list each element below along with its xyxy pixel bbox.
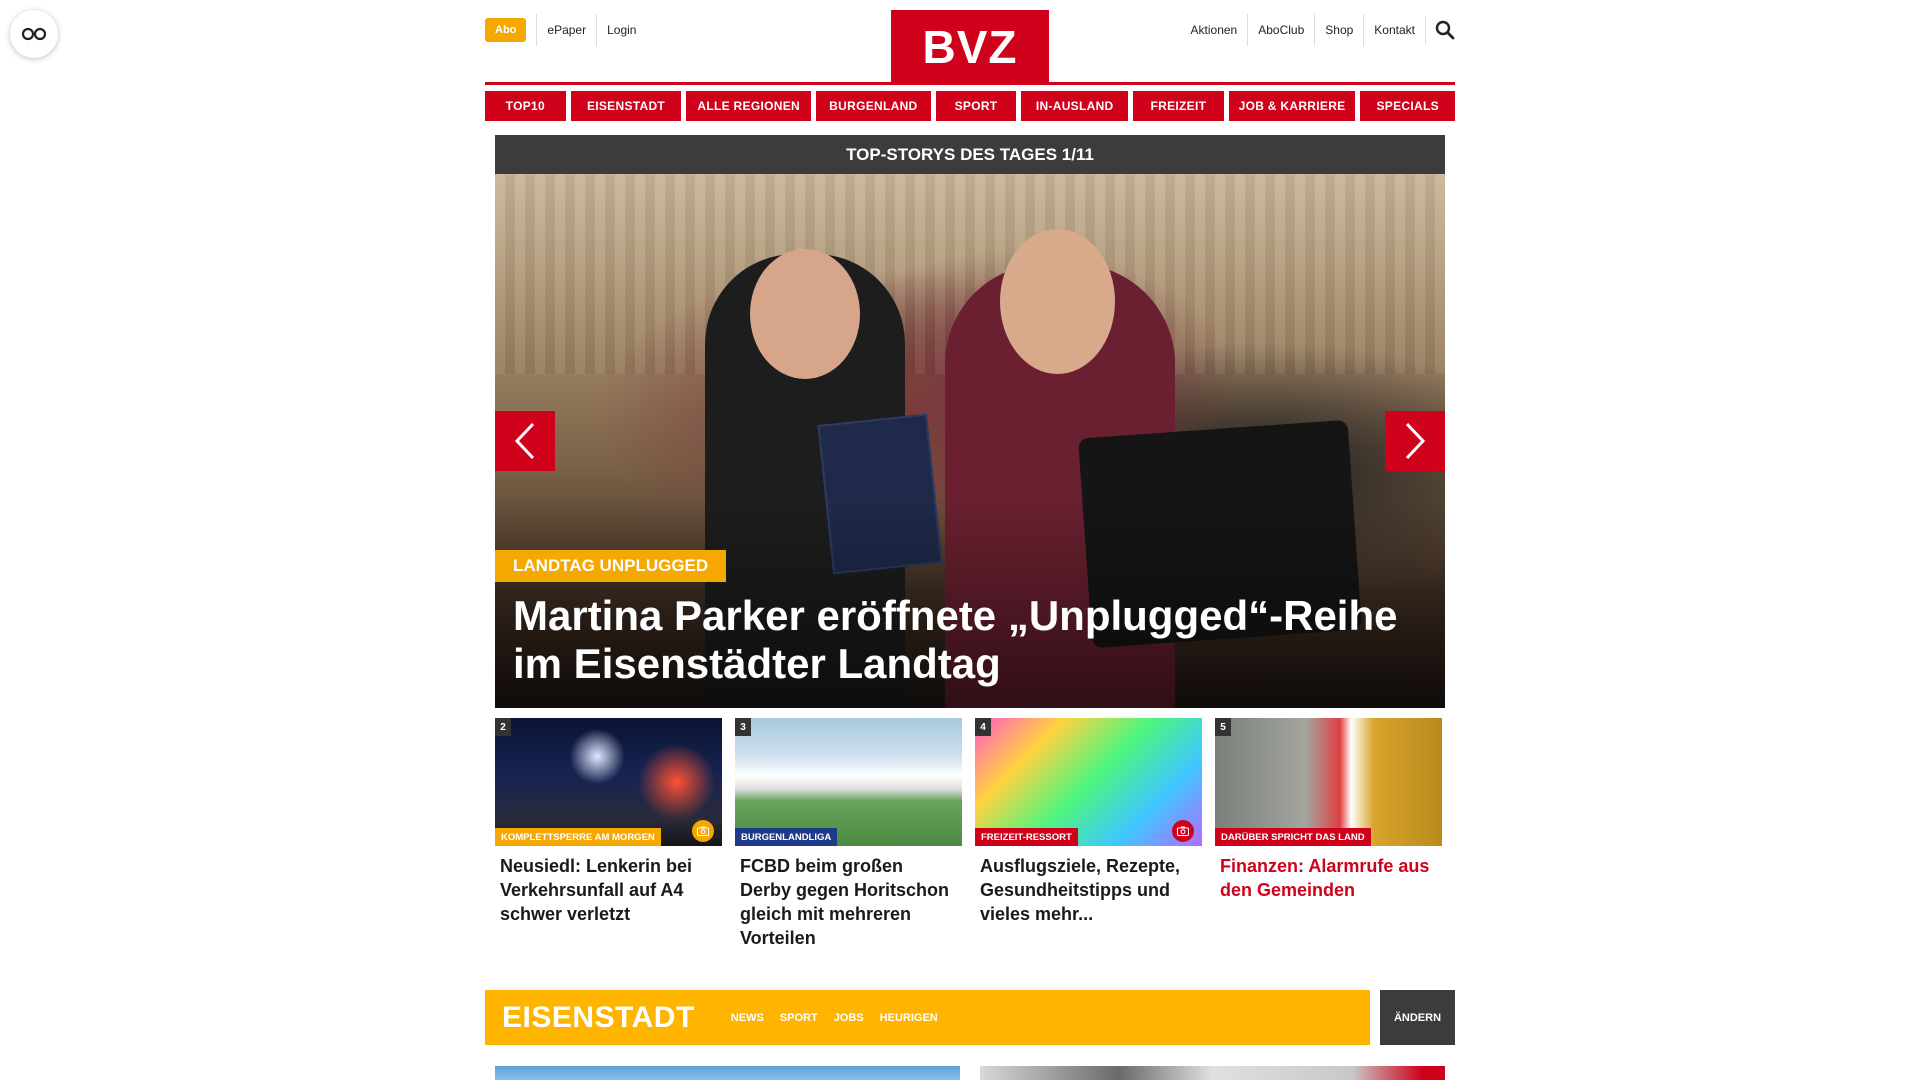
teaser-title[interactable]: Finanzen: Alarmrufe aus den Gemeinden (1215, 854, 1442, 902)
nav-item-top10[interactable]: TOP10 (485, 91, 566, 121)
hero-story[interactable]: LANDTAG UNPLUGGED Martina Parker eröffne… (495, 174, 1445, 708)
nav-item-alle-regionen[interactable]: ALLE REGIONEN (686, 91, 812, 121)
page-container: Abo ePaper Login BVZ Aktionen AboClub Sh… (485, 0, 1456, 1080)
glasses-icon (21, 27, 47, 41)
teaser-image[interactable]: 4 FREIZEIT-RESSORT (975, 718, 1202, 846)
nav-item-sport[interactable]: SPORT (935, 91, 1017, 121)
teaser-kicker: FREIZEIT-RESSORT (975, 828, 1078, 846)
search-icon (1435, 20, 1455, 40)
teaser-image[interactable]: 3 BURGENLANDLIGA (735, 718, 962, 846)
abo-button[interactable]: Abo (485, 18, 527, 42)
site-logo[interactable]: BVZ (891, 10, 1049, 84)
region-section-header: EISENSTADT NEWS SPORT JOBS HEURIGEN (485, 990, 1370, 1045)
teaser-title[interactable]: Neusiedl: Lenkerin bei Verkehrsunfall au… (495, 854, 722, 926)
teaser-number: 3 (735, 718, 751, 736)
shop-link[interactable]: Shop (1314, 14, 1363, 46)
teaser-kicker: KOMPLETTSPERRE AM MORGEN (495, 828, 661, 846)
top-stories-heading: TOP-STORYS DES TAGES 1/11 (495, 135, 1445, 174)
teaser-title[interactable]: FCBD beim großen Derby gegen Horitschon … (735, 854, 962, 950)
teaser-number: 5 (1215, 718, 1231, 736)
search-button[interactable] (1425, 16, 1455, 44)
region-link-heurigen[interactable]: HEURIGEN (880, 1012, 938, 1024)
nav-item-freizeit[interactable]: FREIZEIT (1133, 91, 1224, 121)
region-link-jobs[interactable]: JOBS (834, 1012, 864, 1024)
teaser-kicker: BURGENLANDLIGA (735, 828, 838, 846)
region-link-news[interactable]: NEWS (731, 1012, 764, 1024)
camera-icon (1172, 820, 1194, 842)
teaser-card[interactable]: 4 FREIZEIT-RESSORT Ausflugsziele, Rezept… (975, 718, 1202, 950)
kontakt-link[interactable]: Kontakt (1363, 14, 1425, 46)
region-story-image[interactable] (980, 1066, 1445, 1080)
region-title[interactable]: EISENSTADT (502, 1001, 695, 1035)
teaser-number: 4 (975, 718, 991, 736)
teaser-number: 2 (495, 718, 511, 736)
teaser-card[interactable]: 3 BURGENLANDLIGA FCBD beim großen Derby … (735, 718, 962, 950)
reading-mode-toggle[interactable] (10, 10, 58, 58)
nav-item-in-ausland[interactable]: IN-AUSLAND (1021, 91, 1129, 121)
header-left-links: Abo ePaper Login (485, 14, 646, 46)
chevron-left-icon (514, 422, 535, 460)
story-teasers: 2 KOMPLETTSPERRE AM MORGEN Neusiedl: Len… (495, 718, 1445, 950)
carousel-next-button[interactable] (1385, 411, 1445, 471)
login-link[interactable]: Login (596, 14, 646, 46)
aboclub-link[interactable]: AboClub (1247, 14, 1314, 46)
teaser-image[interactable]: 5 DARÜBER SPRICHT DAS LAND (1215, 718, 1442, 846)
main-navigation: TOP10 EISENSTADT ALLE REGIONEN BURGENLAND SP… (485, 91, 1456, 121)
camera-icon (692, 820, 714, 842)
chevron-right-icon (1405, 422, 1426, 460)
hero-kicker[interactable]: LANDTAG UNPLUGGED (495, 550, 727, 582)
teaser-card[interactable]: 5 DARÜBER SPRICHT DAS LAND Finanzen: Ala… (1215, 718, 1442, 950)
teaser-card[interactable]: 2 KOMPLETTSPERRE AM MORGEN Neusiedl: Len… (495, 718, 722, 950)
carousel-prev-button[interactable] (495, 411, 555, 471)
nav-item-job-karriere[interactable]: JOB & KARRIERE (1228, 91, 1356, 121)
teaser-image[interactable]: 2 KOMPLETTSPERRE AM MORGEN (495, 718, 722, 846)
site-header: Abo ePaper Login BVZ Aktionen AboClub Sh… (485, 0, 1455, 85)
hero-image-face-right (1000, 229, 1115, 374)
nav-item-eisenstadt[interactable]: EISENSTADT (570, 91, 682, 121)
region-link-sport[interactable]: SPORT (780, 1012, 818, 1024)
aktionen-link[interactable]: Aktionen (1181, 14, 1248, 46)
header-right-links: Aktionen AboClub Shop Kontakt (1181, 14, 1455, 46)
region-story-image[interactable] (495, 1066, 960, 1080)
teaser-title[interactable]: Ausflugsziele, Rezepte, Gesundheitstipps… (975, 854, 1202, 926)
nav-item-burgenland[interactable]: BURGENLAND (816, 91, 931, 121)
hero-title[interactable]: Martina Parker eröffnete „Unplugged“-Rei… (513, 592, 1413, 688)
nav-item-specials[interactable]: SPECIALS (1360, 91, 1456, 121)
epaper-link[interactable]: ePaper (536, 14, 596, 46)
change-region-button[interactable]: ÄNDERN (1380, 990, 1455, 1045)
teaser-kicker: DARÜBER SPRICHT DAS LAND (1215, 828, 1371, 846)
header-divider (485, 82, 1455, 85)
hero-image-face-left (750, 249, 860, 379)
